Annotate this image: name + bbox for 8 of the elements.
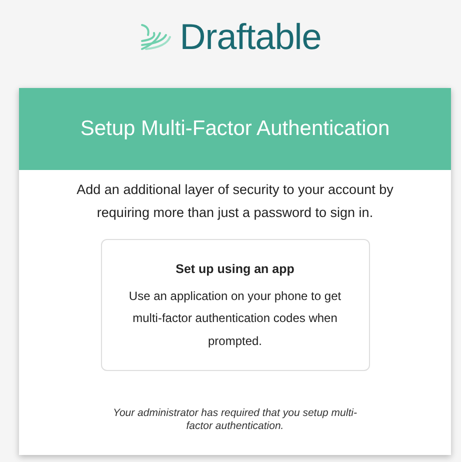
logo-text: Draftable [180,19,322,55]
administrator-note: Your administrator has required that you setup multi-factor authentication. [112,406,358,434]
option-description: Use an application on your phone to get multi-factor authentication codes when prompted. [128,288,342,350]
logo-icon [140,23,172,51]
option-card[interactable]: Set up using an app Use an application on your phone to get multi-factor authentication codes when prompted. [100,239,370,372]
intro-text: Add an additional layer of security to your account by requiring more than just a password to sign in. [76,181,394,222]
page-title: Setup Multi-Factor Authentication [80,116,390,142]
option-title: Set up using an app [174,261,296,278]
